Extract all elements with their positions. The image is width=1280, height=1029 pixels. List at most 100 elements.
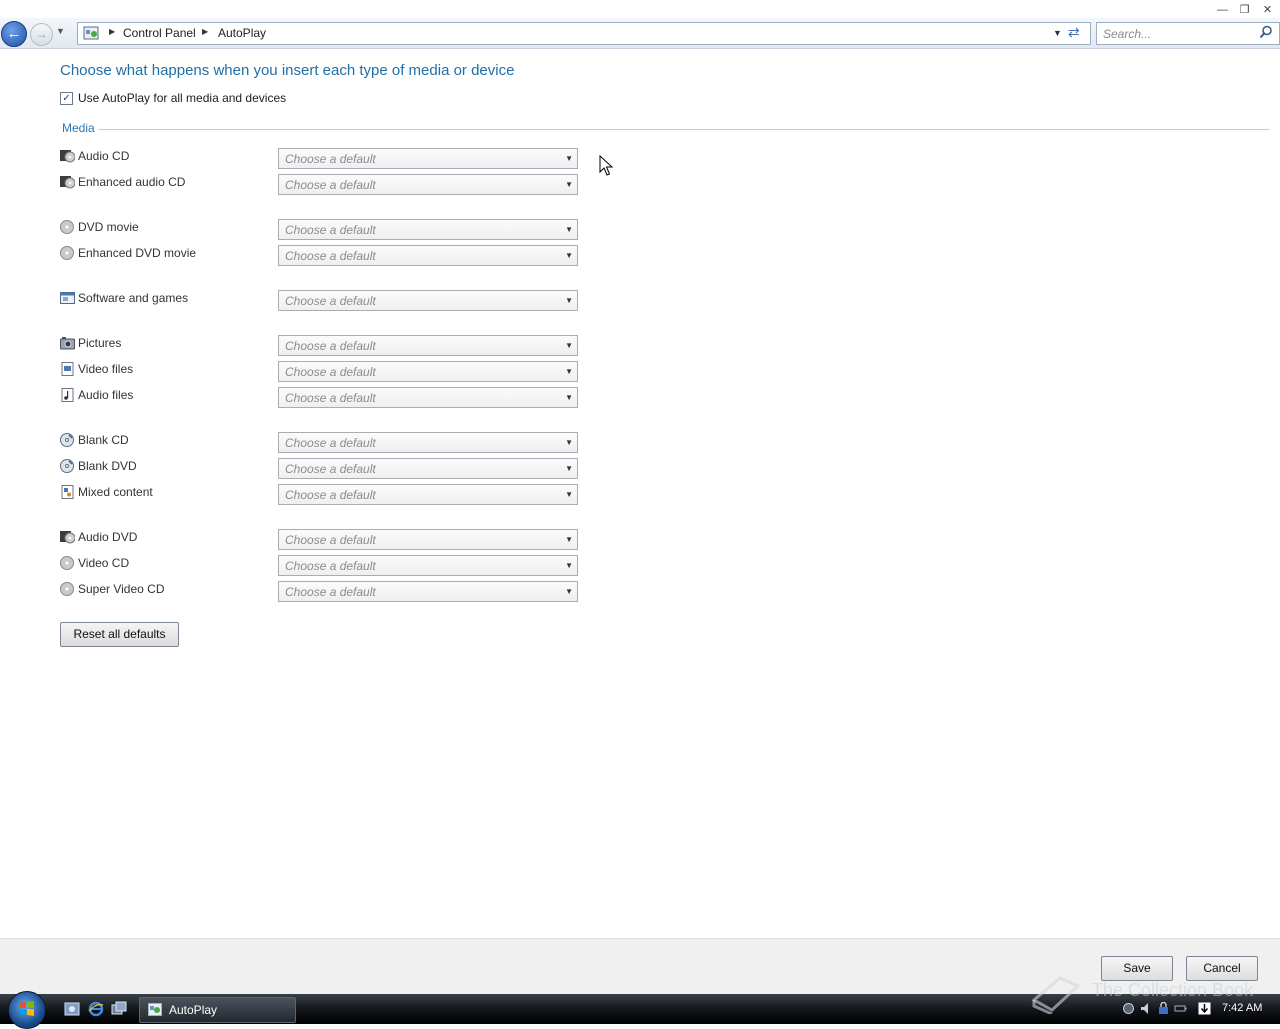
default-action-dropdown[interactable]: Choose a default ▼ xyxy=(278,387,578,408)
cancel-button[interactable]: Cancel xyxy=(1186,956,1258,981)
chevron-down-icon: ▼ xyxy=(565,438,573,447)
forward-button[interactable]: → xyxy=(30,23,53,46)
disc-icon xyxy=(60,556,74,570)
search-icon[interactable] xyxy=(1259,25,1273,39)
power-icon[interactable] xyxy=(1174,1002,1187,1015)
back-button[interactable]: ← xyxy=(1,21,27,47)
media-label: Pictures xyxy=(78,336,122,350)
default-action-dropdown[interactable]: Choose a default ▼ xyxy=(278,174,578,195)
default-action-dropdown[interactable]: Choose a default ▼ xyxy=(278,555,578,576)
minimize-button[interactable]: — xyxy=(1213,2,1232,17)
disc-icon xyxy=(60,246,74,260)
software-icon xyxy=(60,292,75,304)
internet-explorer-icon[interactable] xyxy=(88,1001,104,1017)
media-label: Blank CD xyxy=(78,433,129,447)
disc-icon xyxy=(60,582,74,596)
address-bar[interactable]: ▶ Control Panel ▶ AutoPlay ▼ xyxy=(77,22,1091,45)
disc-icon xyxy=(60,220,74,234)
media-label: Video files xyxy=(78,362,134,376)
media-label: Super Video CD xyxy=(78,582,165,596)
search-box[interactable] xyxy=(1096,22,1280,45)
media-row-video-cd: Video CD Choose a default ▼ xyxy=(60,555,580,576)
media-row-super-video-cd: Super Video CD Choose a default ▼ xyxy=(60,581,580,602)
chevron-down-icon: ▼ xyxy=(565,393,573,402)
reset-all-defaults-button[interactable]: Reset all defaults xyxy=(60,622,179,647)
section-divider xyxy=(98,129,1270,130)
control-panel-icon xyxy=(83,26,99,40)
network-icon[interactable] xyxy=(1122,1002,1135,1015)
chevron-down-icon: ▼ xyxy=(565,154,573,163)
chevron-down-icon: ▼ xyxy=(565,180,573,189)
quick-launch-settings-icon[interactable] xyxy=(64,1001,80,1017)
default-action-dropdown[interactable]: Choose a default ▼ xyxy=(278,458,578,479)
media-row-enhanced-dvd-movie: Enhanced DVD movie Choose a default ▼ xyxy=(60,245,580,266)
default-action-dropdown[interactable]: Choose a default ▼ xyxy=(278,484,578,505)
taskbar-button-autoplay[interactable]: AutoPlay xyxy=(139,997,296,1023)
media-row-pictures: Pictures Choose a default ▼ xyxy=(60,335,580,356)
mixed-content-icon xyxy=(61,485,74,499)
dropdown-value: Choose a default xyxy=(285,365,376,379)
media-row-audio-cd: Audio CD Choose a default ▼ xyxy=(60,148,580,169)
clock: 7:42 AM xyxy=(1222,1002,1263,1014)
chevron-down-icon: ▼ xyxy=(565,296,573,305)
control-panel-icon xyxy=(148,1003,162,1016)
media-row-enhanced-audio-cd: Enhanced audio CD Choose a default ▼ xyxy=(60,174,580,195)
breadcrumb-autoplay[interactable]: AutoPlay xyxy=(218,26,266,40)
address-dropdown-icon[interactable]: ▼ xyxy=(1053,28,1062,38)
start-button[interactable] xyxy=(8,991,46,1029)
command-bar: Save Cancel xyxy=(0,938,1280,995)
media-label: Mixed content xyxy=(78,485,153,499)
camera-icon xyxy=(60,337,75,350)
security-icon[interactable] xyxy=(1157,1002,1170,1015)
default-action-dropdown[interactable]: Choose a default ▼ xyxy=(278,361,578,382)
maximize-button[interactable]: ❐ xyxy=(1235,2,1254,17)
recent-pages-dropdown[interactable]: ▼ xyxy=(56,26,65,36)
arrow-right-icon: → xyxy=(35,27,48,41)
breadcrumb-control-panel[interactable]: Control Panel xyxy=(123,26,196,40)
safely-remove-hardware-icon[interactable] xyxy=(1198,1002,1211,1015)
default-action-dropdown[interactable]: Choose a default ▼ xyxy=(278,148,578,169)
default-action-dropdown[interactable]: Choose a default ▼ xyxy=(278,290,578,311)
default-action-dropdown[interactable]: Choose a default ▼ xyxy=(278,219,578,240)
media-label: DVD movie xyxy=(78,220,139,234)
media-row-blank-cd: Blank CD Choose a default ▼ xyxy=(60,432,580,453)
dropdown-value: Choose a default xyxy=(285,488,376,502)
save-button[interactable]: Save xyxy=(1101,956,1173,981)
media-label: Audio CD xyxy=(78,149,130,163)
default-action-dropdown[interactable]: Choose a default ▼ xyxy=(278,581,578,602)
default-action-dropdown[interactable]: Choose a default ▼ xyxy=(278,432,578,453)
breadcrumb-separator-icon[interactable]: ▶ xyxy=(202,27,208,36)
use-autoplay-label: Use AutoPlay for all media and devices xyxy=(78,91,287,105)
media-label: Enhanced audio CD xyxy=(78,175,186,189)
taskbar-button-label: AutoPlay xyxy=(169,1003,218,1017)
use-autoplay-option[interactable]: ✓ Use AutoPlay for all media and devices xyxy=(60,91,286,105)
dropdown-value: Choose a default xyxy=(285,559,376,573)
close-button[interactable]: ✕ xyxy=(1258,2,1277,17)
dropdown-value: Choose a default xyxy=(285,223,376,237)
media-row-mixed-content: Mixed content Choose a default ▼ xyxy=(60,484,580,505)
switch-windows-icon[interactable] xyxy=(111,1001,127,1017)
refresh-icon[interactable]: ⇄ xyxy=(1068,24,1080,41)
section-label: Media xyxy=(62,121,98,135)
blank-disc-icon xyxy=(60,459,74,473)
chevron-down-icon: ▼ xyxy=(565,490,573,499)
volume-icon[interactable] xyxy=(1140,1002,1153,1015)
chevron-down-icon: ▼ xyxy=(565,251,573,260)
default-action-dropdown[interactable]: Choose a default ▼ xyxy=(278,529,578,550)
windows-logo-icon xyxy=(20,1001,34,1016)
dropdown-value: Choose a default xyxy=(285,294,376,308)
page-title: Choose what happens when you insert each… xyxy=(60,62,515,79)
media-label: Video CD xyxy=(78,556,130,570)
breadcrumb-separator-icon[interactable]: ▶ xyxy=(109,27,115,36)
audio-cd-icon xyxy=(60,531,75,544)
use-autoplay-checkbox[interactable]: ✓ xyxy=(60,91,73,105)
dropdown-value: Choose a default xyxy=(285,178,376,192)
media-label: Blank DVD xyxy=(78,459,137,473)
chevron-down-icon: ▼ xyxy=(565,225,573,234)
media-label: Audio DVD xyxy=(78,530,138,544)
default-action-dropdown[interactable]: Choose a default ▼ xyxy=(278,335,578,356)
media-section-header: Media xyxy=(60,121,1270,137)
chevron-down-icon: ▼ xyxy=(565,341,573,350)
default-action-dropdown[interactable]: Choose a default ▼ xyxy=(278,245,578,266)
search-input[interactable] xyxy=(1101,25,1255,43)
